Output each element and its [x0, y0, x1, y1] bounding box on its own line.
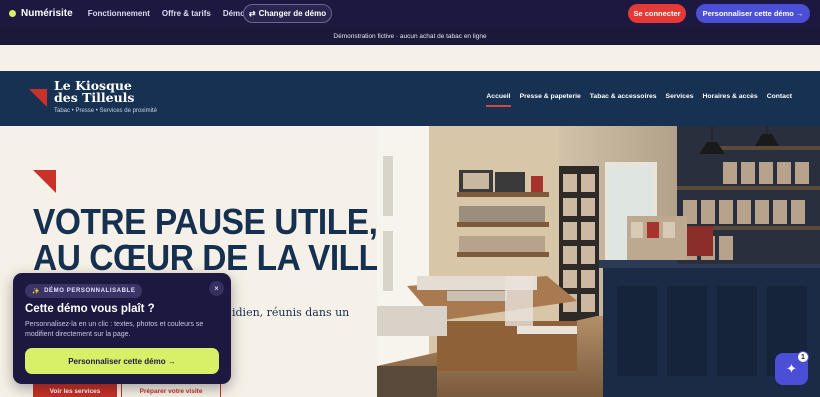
fab-notification-badge: 1: [797, 351, 809, 363]
hero-subtitle: idien, réunis dans un: [232, 306, 350, 319]
site-header: Le Kiosque des Tilleuls Tabac • Presse •…: [0, 71, 820, 126]
popup-title: Cette démo vous plaît ?: [25, 303, 155, 315]
sparkle-icon: ✨: [32, 288, 41, 295]
popup-badge: ✨ DÉMO PERSONNALISABLE: [25, 284, 143, 298]
brand-dot-icon: [9, 10, 16, 17]
platform-nav: Fonctionnement Offre & tarifs Démos: [88, 9, 262, 18]
switch-demo-button[interactable]: ⇄ Changer de démo: [243, 4, 332, 23]
site-tagline: Tabac • Presse • Services de proximité: [54, 108, 157, 114]
logo-triangle-icon: [29, 89, 47, 107]
login-button[interactable]: Se connecter: [628, 4, 686, 23]
platform-brand[interactable]: Numérisite: [9, 8, 73, 19]
demo-notice-bar: Démonstration fictive · aucun achat de t…: [0, 27, 820, 45]
brand-name: Numérisite: [21, 8, 73, 19]
popup-close-button[interactable]: ×: [209, 281, 224, 296]
site-logo-name[interactable]: Le Kiosque des Tilleuls: [54, 79, 159, 104]
platform-nav-fonctionnement[interactable]: Fonctionnement: [88, 9, 150, 18]
shop-interior-image: [377, 126, 820, 397]
swap-icon: ⇄: [248, 9, 256, 18]
platform-nav-offre[interactable]: Offre & tarifs: [162, 9, 211, 18]
popup-badge-label: DÉMO PERSONNALISABLE: [44, 288, 136, 294]
site-nav-services[interactable]: Services: [666, 93, 694, 100]
customize-demo-popup: ✨ DÉMO PERSONNALISABLE × Cette démo vous…: [13, 273, 231, 384]
site-nav-tabac[interactable]: Tabac & accessoires: [590, 93, 657, 100]
sparkle-icon: ✦: [786, 361, 797, 376]
customize-demo-button[interactable]: Personnaliser cette démo →: [696, 4, 810, 23]
site-nav-contact[interactable]: Contact: [767, 93, 792, 100]
hero-triangle-icon: [33, 170, 56, 193]
hero-title: VOTRE PAUSE UTILE, AU CŒUR DE LA VILLE.: [33, 204, 377, 276]
hero-title-line2: AU CŒUR DE LA VILLE.: [33, 237, 377, 278]
site-nav-horaires[interactable]: Horaires & accès: [703, 93, 758, 100]
popup-text: Personnalisez-la en un clic : textes, ph…: [25, 321, 204, 338]
hero-title-line1: VOTRE PAUSE UTILE,: [33, 201, 377, 242]
site-nav-presse[interactable]: Presse & papeterie: [520, 93, 581, 100]
site-nav: Accueil Presse & papeterie Tabac & acces…: [477, 93, 792, 107]
switch-demo-label: Changer de démo: [258, 9, 327, 18]
popup-customize-button[interactable]: Personnaliser cette démo →: [25, 348, 219, 374]
hero-shop-photo: [377, 126, 820, 397]
site-nav-accueil[interactable]: Accueil: [486, 93, 511, 107]
